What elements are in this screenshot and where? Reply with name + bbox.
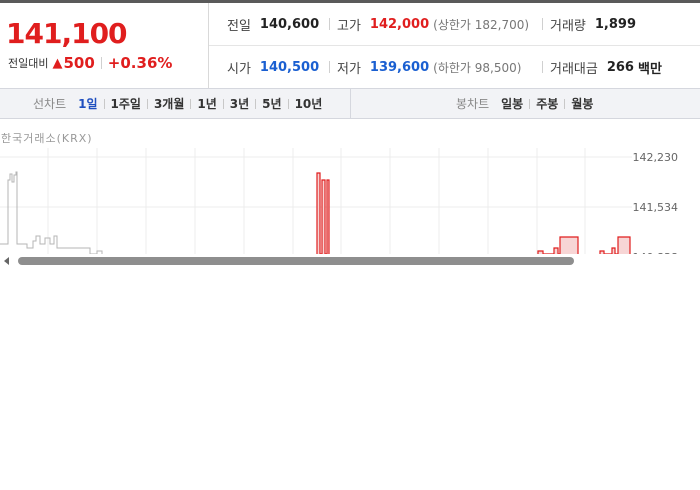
divider (329, 18, 330, 30)
amount-unit: 백만 (637, 61, 662, 77)
y-tick-label: 142,230 (633, 151, 679, 164)
divider (190, 98, 192, 109)
reference-series (0, 171, 103, 254)
upper-limit: (상한가 182,700) (433, 17, 530, 32)
price-line-end (599, 236, 631, 254)
y-axis-ticks: 142,230141,534140,838 (633, 151, 679, 254)
price-line-spike (316, 172, 330, 254)
candle-chart-options: 봉차트 일봉 주봉 월봉 (456, 89, 593, 118)
line-chart-options: 선차트 1일 1주일 3개월 1년 3년 5년 10년 (33, 89, 322, 118)
up-arrow-icon: ▲ (52, 55, 63, 71)
change-value: 500 (63, 54, 95, 72)
divider (100, 57, 102, 69)
current-price: 141,100 (6, 17, 128, 50)
divider (542, 18, 543, 30)
prev-close-label: 전일 (227, 18, 251, 34)
candle-monthly[interactable]: 월봉 (571, 95, 593, 112)
price-summary: 141,100 전일대비 ▲ 500 +0.36% (0, 3, 209, 88)
divider (222, 98, 224, 109)
low-value: 139,600 (369, 59, 430, 75)
stats-row-2: 시가 140,500 저가 139,600 (하한가 98,500) 거래대금 … (209, 46, 700, 88)
price-chart: 142,230141,534140,838 (0, 148, 700, 254)
period-10y[interactable]: 10년 (295, 95, 323, 112)
chart-period-bar: 선차트 1일 1주일 3개월 1년 3년 5년 10년 봉차트 일봉 주봉 월봉 (0, 88, 700, 119)
divider (146, 98, 148, 109)
amount-cell: 거래대금 266 백만 (550, 58, 662, 77)
chart-scrollbar[interactable] (0, 254, 700, 268)
scroll-thumb[interactable] (18, 257, 574, 265)
prev-close-cell: 전일 140,600 (227, 15, 319, 34)
open-cell: 시가 140,500 (227, 58, 319, 77)
period-1d[interactable]: 1일 (78, 95, 97, 112)
open-label: 시가 (227, 61, 251, 77)
low-label: 저가 (337, 61, 361, 77)
chart-svg: 142,230141,534140,838 (0, 148, 679, 254)
high-cell: 고가 142,000 (상한가 182,700) (337, 15, 529, 34)
reference-line (0, 171, 103, 254)
prev-close-value: 140,600 (259, 16, 320, 32)
period-3y[interactable]: 3년 (230, 95, 249, 112)
divider (529, 98, 531, 109)
candle-daily[interactable]: 일봉 (501, 95, 523, 112)
price-line-right (537, 236, 579, 254)
divider (329, 61, 330, 73)
period-5y[interactable]: 5년 (262, 95, 281, 112)
amount-label: 거래대금 (550, 61, 598, 77)
divider (255, 98, 257, 109)
divider (564, 98, 566, 109)
high-value: 142,000 (369, 16, 430, 32)
price-series (316, 172, 631, 254)
period-1y[interactable]: 1년 (197, 95, 216, 112)
chart-grid (0, 148, 632, 254)
period-1w[interactable]: 1주일 (111, 95, 141, 112)
change-label: 전일대비 (8, 57, 49, 70)
candle-chart-title: 봉차트 (456, 97, 490, 111)
lower-limit: (하한가 98,500) (433, 60, 522, 75)
open-value: 140,500 (259, 59, 320, 75)
y-tick-label: 141,534 (633, 201, 679, 214)
divider (542, 61, 543, 73)
divider (287, 98, 289, 109)
change-percent: +0.36% (107, 54, 173, 72)
stats-table: 전일 140,600 고가 142,000 (상한가 182,700) 거래량 … (209, 3, 700, 88)
data-source: 한국거래소(KRX) (1, 132, 93, 145)
line-chart-title: 선차트 (33, 97, 67, 111)
price-change: 전일대비 ▲ 500 +0.36% (8, 54, 172, 72)
stats-row-1: 전일 140,600 고가 142,000 (상한가 182,700) 거래량 … (209, 3, 700, 46)
amount-value: 266 (606, 59, 634, 75)
divider (103, 98, 105, 109)
high-label: 고가 (337, 18, 361, 34)
volume-value: 1,899 (594, 16, 637, 32)
low-cell: 저가 139,600 (하한가 98,500) (337, 58, 521, 77)
period-3m[interactable]: 3개월 (154, 95, 184, 112)
volume-label: 거래량 (550, 18, 586, 34)
bar-divider (350, 89, 351, 118)
volume-cell: 거래량 1,899 (550, 15, 636, 34)
candle-weekly[interactable]: 주봉 (536, 95, 558, 112)
scroll-left-icon[interactable] (4, 257, 9, 265)
